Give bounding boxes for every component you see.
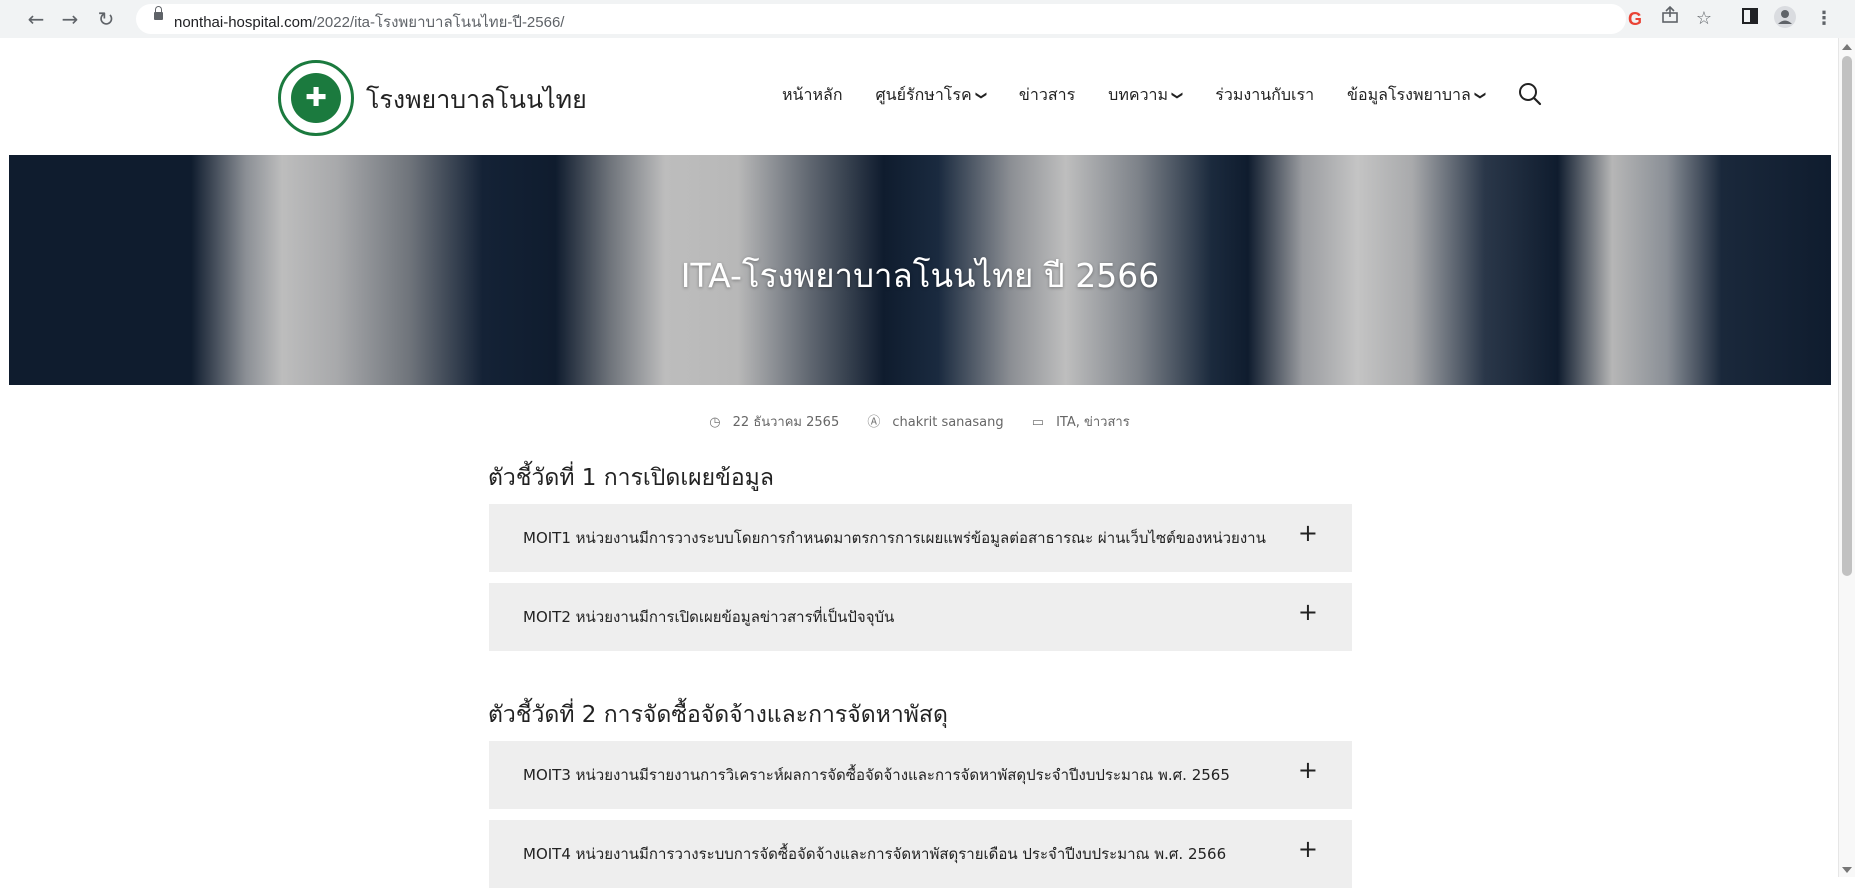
post-categories-text: ITA, ข่าวสาร	[1056, 415, 1130, 430]
nav-item-treatment-centers[interactable]: ศูนย์รักษาโรค ❯	[875, 83, 988, 108]
url-host: nonthai-hospital.com	[174, 14, 313, 31]
chevron-down-icon: ❯	[1473, 90, 1487, 101]
chevron-down-icon: ❯	[1171, 90, 1185, 101]
nav-label: หน้าหลัก	[782, 85, 843, 104]
post-author[interactable]: Ⓐchakrit sanasang	[861, 415, 1009, 430]
accordion-label: MOIT3 หน่วยงานมีรายงานการวิเคราะห์ผลการจ…	[523, 766, 1230, 784]
url-path: /2022/ita-โรงพยาบาลโนนไทย-ปี-2566/	[312, 14, 565, 31]
accordion-label: MOIT2 หน่วยงานมีการเปิดเผยข้อมูลข่าวสารท…	[523, 608, 895, 626]
profile-icon[interactable]	[1771, 5, 1799, 33]
nav-item-articles[interactable]: บทความ ❯	[1108, 83, 1185, 108]
site-header: ✚ โรงพยาบาลโนนไทย หน้าหลัก ศูนย์รักษาโรค…	[0, 38, 1839, 156]
reload-icon[interactable]: ↻	[92, 5, 120, 33]
accordion-moit4[interactable]: MOIT4 หน่วยงานมีการวางระบบการจัดซื้อจัดจ…	[489, 820, 1352, 888]
nav-label: ข่าวสาร	[1018, 85, 1076, 104]
share-icon[interactable]	[1656, 5, 1684, 33]
post-author-text: chakrit sanasang	[892, 415, 1004, 430]
page-scrollbar[interactable]	[1838, 38, 1855, 877]
nav-item-home[interactable]: หน้าหลัก	[782, 83, 843, 108]
nav-item-careers[interactable]: ร่วมงานกับเรา	[1215, 83, 1314, 108]
hospital-logo[interactable]: ✚	[278, 60, 354, 136]
address-bar[interactable]: nonthai-hospital.com/2022/ita-โรงพยาบาลโ…	[136, 4, 1626, 34]
lock-icon[interactable]	[154, 6, 163, 20]
plus-icon[interactable]: +	[1298, 758, 1318, 782]
menu-dots-icon[interactable]: ⋮	[1810, 5, 1838, 33]
nav-item-news[interactable]: ข่าวสาร	[1019, 83, 1075, 108]
nav-item-hospital-info[interactable]: ข้อมูลโรงพยาบาล ❯	[1347, 83, 1487, 108]
forward-arrow-icon[interactable]: →	[56, 5, 84, 33]
scroll-up-arrow-icon[interactable]	[1842, 44, 1852, 50]
accordion-moit3[interactable]: MOIT3 หน่วยงานมีรายงานการวิเคราะห์ผลการจ…	[489, 741, 1352, 809]
nav-label: ศูนย์รักษาโรค	[875, 85, 972, 104]
plus-icon[interactable]: +	[1298, 837, 1318, 861]
google-icon[interactable]: G	[1621, 5, 1649, 33]
nav-label: บทความ	[1108, 85, 1169, 104]
scroll-down-arrow-icon[interactable]	[1842, 867, 1852, 873]
post-date-text: 22 ธันวาคม 2565	[732, 415, 840, 430]
section-heading: ตัวชี้วัดที่ 2 การจัดซื้อจัดจ้างและการจั…	[488, 702, 948, 728]
section-heading: ตัวชี้วัดที่ 1 การเปิดเผยข้อมูล	[488, 465, 774, 491]
clock-icon: ◷	[709, 415, 721, 430]
post-meta: ◷ 22 ธันวาคม 2565 Ⓐchakrit sanasang ▭ ITA,…	[0, 411, 1839, 432]
post-categories[interactable]: ▭ ITA, ข่าวสาร	[1026, 415, 1136, 430]
accordion-label: MOIT4 หน่วยงานมีการวางระบบการจัดซื้อจัดจ…	[523, 845, 1227, 863]
chevron-down-icon: ❯	[974, 90, 988, 101]
main-nav: หน้าหลัก ศูนย์รักษาโรค ❯ ข่าวสาร บทความ ❯ …	[782, 83, 1518, 108]
accordion-moit2[interactable]: MOIT2 หน่วยงานมีการเปิดเผยข้อมูลข่าวสารท…	[489, 583, 1352, 651]
plus-icon[interactable]: +	[1298, 600, 1318, 624]
scroll-thumb[interactable]	[1842, 56, 1852, 576]
plus-icon[interactable]: +	[1298, 521, 1318, 545]
post-date: ◷ 22 ธันวาคม 2565	[703, 415, 845, 430]
user-icon: Ⓐ	[867, 415, 881, 430]
search-icon[interactable]	[1518, 82, 1542, 106]
back-arrow-icon[interactable]: ←	[22, 5, 50, 33]
caduceus-icon: ✚	[305, 83, 327, 113]
sidebar-icon[interactable]	[1736, 5, 1764, 33]
nav-label: ร่วมงานกับเรา	[1215, 85, 1315, 104]
logo-emblem: ✚	[291, 73, 341, 123]
site-title[interactable]: โรงพยาบาลโนนไทย	[366, 80, 587, 120]
page-title: ITA-โรงพยาบาลโนนไทย ปี 2566	[680, 256, 1160, 295]
star-icon[interactable]: ☆	[1690, 5, 1718, 33]
accordion-moit1[interactable]: MOIT1 หน่วยงานมีการวางระบบโดยการกำหนดมาต…	[489, 504, 1352, 572]
url-text[interactable]: nonthai-hospital.com/2022/ita-โรงพยาบาลโ…	[174, 10, 564, 34]
browser-toolbar: ← → ↻ nonthai-hospital.com/2022/ita-โรงพ…	[0, 0, 1855, 39]
folder-icon: ▭	[1031, 415, 1045, 430]
accordion-label: MOIT1 หน่วยงานมีการวางระบบโดยการกำหนดมาต…	[523, 529, 1266, 547]
nav-label: ข้อมูลโรงพยาบาล	[1347, 85, 1471, 104]
hero-banner: ITA-โรงพยาบาลโนนไทย ปี 2566	[9, 155, 1831, 385]
